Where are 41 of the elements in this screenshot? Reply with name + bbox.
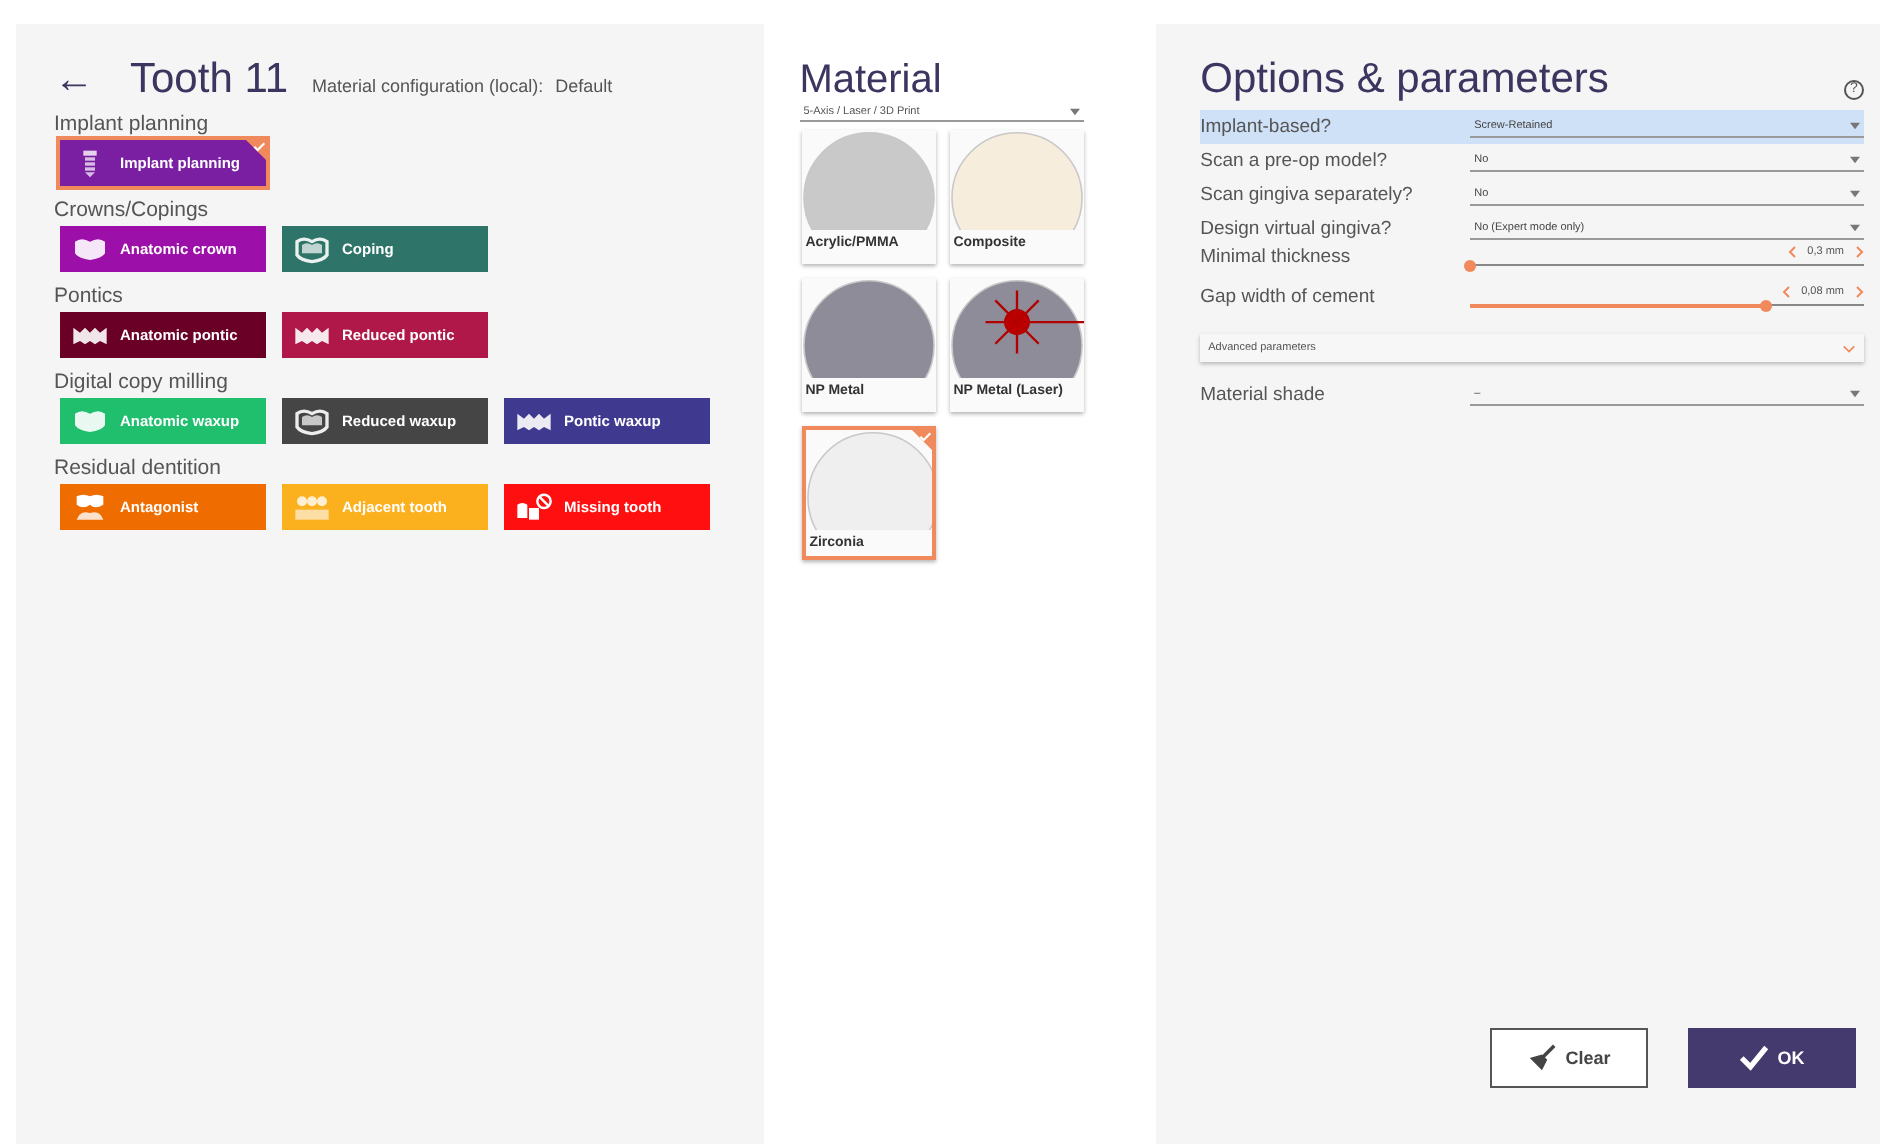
group-label: Pontics <box>54 284 125 308</box>
increase-icon[interactable] <box>1856 246 1864 258</box>
tooth-icon <box>70 233 110 265</box>
tooth-icon <box>292 233 332 265</box>
group-label: Implant planning <box>54 112 211 136</box>
check-icon <box>911 430 932 450</box>
option-label: Design virtual gingiva? <box>1200 218 1394 240</box>
clear-button[interactable]: Clear <box>1490 1028 1648 1088</box>
option-label: Material shade <box>1200 384 1327 406</box>
tooth-icon <box>292 491 332 523</box>
increase-icon[interactable] <box>1856 286 1864 298</box>
config-value: Default <box>555 76 613 96</box>
caret-icon <box>1850 224 1860 232</box>
section-title: Material <box>799 58 944 104</box>
group-label: Digital copy milling <box>54 370 230 394</box>
caret-icon <box>1850 390 1860 398</box>
decrease-icon[interactable] <box>1787 246 1796 258</box>
caret-icon <box>1069 108 1080 116</box>
group-label: Residual dentition <box>54 456 223 480</box>
option-label: Scan gingiva separately? <box>1200 184 1415 206</box>
config-label: Material configuration (local): <box>312 76 544 96</box>
broom-icon <box>1527 1044 1556 1072</box>
ok-button[interactable]: OK <box>1688 1028 1856 1088</box>
tooth-icon <box>70 405 110 437</box>
back-button[interactable]: ← <box>54 58 94 104</box>
chevron-down-icon <box>1842 343 1856 353</box>
check-icon <box>246 140 266 160</box>
option-label: Scan a pre-op model? <box>1200 150 1390 172</box>
option-label: Gap width of cement <box>1200 286 1377 308</box>
decrease-icon[interactable] <box>1781 286 1790 298</box>
section-title: Options & parameters <box>1200 56 1609 104</box>
group-label: Crowns/Copings <box>54 198 211 222</box>
option-label: Implant-based? <box>1200 116 1334 138</box>
caret-icon <box>1850 122 1860 130</box>
caret-icon <box>1850 156 1860 164</box>
tooth-icon <box>292 405 332 437</box>
option-label: Minimal thickness <box>1200 246 1353 268</box>
caret-icon <box>1850 190 1860 198</box>
tooth-icon <box>514 491 554 523</box>
page-title: Tooth 11 <box>130 56 289 104</box>
check-icon <box>1739 1044 1768 1072</box>
